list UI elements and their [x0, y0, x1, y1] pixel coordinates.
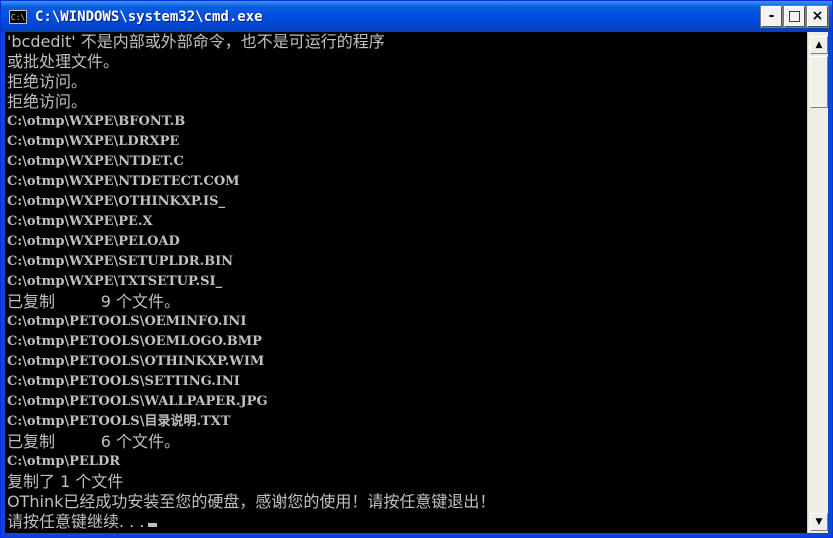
scroll-down-button[interactable]: ▼ [810, 513, 828, 531]
console-line: C:\otmp\PETOOLS\OEMLOGO.BMP [5, 332, 807, 352]
console-line: 拒绝访问。 [5, 92, 807, 112]
cmd-window: C:\ C:\WINDOWS\system32\cmd.exe - □ × 'b… [0, 0, 833, 538]
console-line-text: 或批处理文件。 [7, 52, 120, 71]
window-frame-right [828, 32, 832, 535]
console-line-text: C:\otmp\WXPE\PELOAD [7, 234, 180, 249]
console-line: C:\otmp\PETOOLS\OTHINKXP.WIM [5, 352, 807, 372]
console-line: C:\otmp\PETOOLS\SETTING.INI [5, 372, 807, 392]
console-line: C:\otmp\PETOOLS\目录说明.TXT [5, 412, 807, 432]
console-line-text: 已复制 6 个文件。 [7, 432, 181, 451]
console-line: C:\otmp\WXPE\LDRXPE [5, 132, 807, 152]
console-line: C:\otmp\WXPE\TXTSETUP.SI_ [5, 272, 807, 292]
console-line-text: 'bcdedit' 不是内部或外部命令，也不是可运行的程序 [7, 32, 385, 51]
console-line: 已复制 9 个文件。 [5, 292, 807, 312]
console-line: 复制了 1 个文件 [5, 472, 807, 492]
close-button[interactable]: × [806, 5, 829, 28]
console-line-text: 复制了 1 个文件 [7, 472, 124, 491]
console-line: C:\otmp\WXPE\OTHINKXP.IS_ [5, 192, 807, 212]
console-line: C:\otmp\WXPE\NTDETECT.COM [5, 172, 807, 192]
console-line: 或批处理文件。 [5, 52, 807, 72]
console-line: 已复制 6 个文件。 [5, 432, 807, 452]
console-output[interactable]: 'bcdedit' 不是内部或外部命令，也不是可运行的程序 或批处理文件。 拒绝访问… [5, 32, 807, 535]
console-line: C:\otmp\WXPE\BFONT.B [5, 112, 807, 132]
console-line-text: C:\otmp\WXPE\TXTSETUP.SI_ [7, 274, 223, 289]
console-line: C:\otmp\WXPE\PE.X [5, 212, 807, 232]
console-line-text: 拒绝访问。 [7, 72, 88, 91]
console-line-text: C:\otmp\PETOOLS\OEMINFO.INI [7, 314, 247, 329]
maximize-button[interactable]: □ [783, 5, 806, 28]
title-bar[interactable]: C:\ C:\WINDOWS\system32\cmd.exe - □ × [1, 1, 832, 32]
console-line-text: C:\otmp\WXPE\PE.X [7, 214, 153, 229]
console-line-text: 已复制 9 个文件。 [7, 292, 181, 311]
text-cursor [148, 523, 158, 527]
console-line: 拒绝访问。 [5, 72, 807, 92]
console-line: C:\otmp\WXPE\NTDET.C [5, 152, 807, 172]
console-line-text: OThink已经成功安装至您的硬盘，感谢您的使用！请按任意键退出！ [7, 492, 496, 511]
scroll-up-button[interactable]: ▲ [810, 36, 828, 54]
console-line-text: C:\otmp\WXPE\LDRXPE [7, 134, 180, 149]
window-frame-bottom [1, 533, 832, 537]
console-line: C:\otmp\WXPE\PELOAD [5, 232, 807, 252]
console-line-text: C:\otmp\WXPE\BFONT.B [7, 114, 186, 129]
console-line-text: C:\otmp\PELDR [7, 454, 121, 469]
console-line-text: C:\otmp\PETOOLS\OTHINKXP.WIM [7, 354, 265, 369]
window-title: C:\WINDOWS\system32\cmd.exe [35, 8, 263, 25]
console-line: C:\otmp\PETOOLS\WALLPAPER.JPG [5, 392, 807, 412]
console-line: OThink已经成功安装至您的硬盘，感谢您的使用！请按任意键退出！ [5, 492, 807, 512]
console-line-text: C:\otmp\WXPE\NTDET.C [7, 154, 184, 169]
minimize-button[interactable]: - [760, 5, 783, 28]
console-line-text: 拒绝访问。 [7, 92, 88, 111]
console-line: 请按任意键继续. . . [5, 512, 807, 532]
console-line: 'bcdedit' 不是内部或外部命令，也不是可运行的程序 [5, 32, 807, 52]
console-line: C:\otmp\PELDR [5, 452, 807, 472]
cmd-icon[interactable]: C:\ [9, 9, 27, 24]
console-line-text: C:\otmp\WXPE\NTDETECT.COM [7, 174, 240, 189]
console-line-text: C:\otmp\PETOOLS\OEMLOGO.BMP [7, 334, 262, 349]
scroll-thumb[interactable] [810, 56, 828, 108]
window-controls: - □ × [760, 5, 829, 28]
console-line-text: C:\otmp\WXPE\SETUPLDR.BIN [7, 254, 234, 269]
console-line: C:\otmp\WXPE\SETUPLDR.BIN [5, 252, 807, 272]
console-line-text: C:\otmp\PETOOLS\目录说明.TXT [7, 414, 231, 429]
vertical-scrollbar[interactable]: ▲ ▼ [807, 32, 829, 535]
console-line: C:\otmp\PETOOLS\OEMINFO.INI [5, 312, 807, 332]
console-line-text: 请按任意键继续. . . [7, 512, 145, 531]
console-line-text: C:\otmp\PETOOLS\WALLPAPER.JPG [7, 394, 268, 409]
console-line-text: C:\otmp\PETOOLS\SETTING.INI [7, 374, 240, 389]
console-line-text: C:\otmp\WXPE\OTHINKXP.IS_ [7, 194, 226, 209]
